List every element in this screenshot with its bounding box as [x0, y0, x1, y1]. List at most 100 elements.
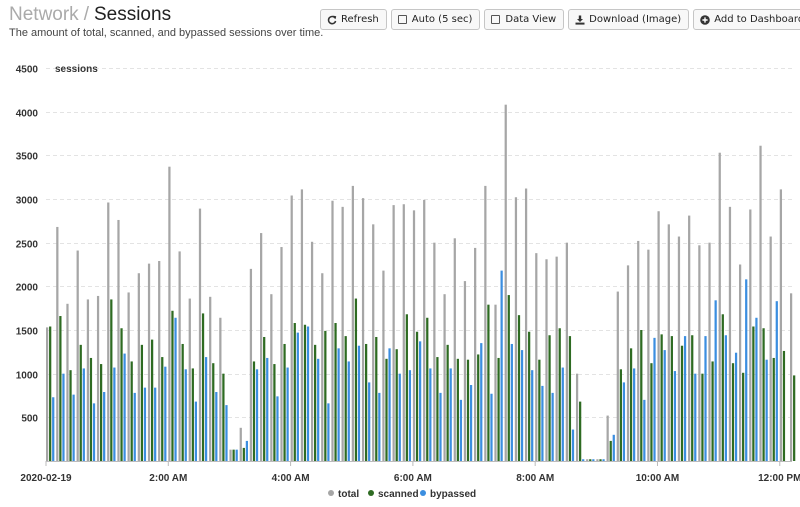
y-tick-label: 4000: [16, 109, 39, 120]
bar-scanned: [49, 326, 52, 461]
bar-scanned: [558, 328, 561, 461]
bar-total: [738, 264, 742, 461]
bar-bypassed: [62, 373, 65, 461]
bar-scanned: [232, 449, 235, 461]
x-tick-label: 8:00 AM: [516, 473, 554, 484]
bar-total: [117, 219, 120, 461]
bar-bypassed: [398, 373, 401, 461]
bar-bypassed: [215, 392, 218, 461]
bar-scanned: [314, 344, 317, 461]
bar-total: [372, 224, 375, 461]
bar-total: [647, 249, 650, 461]
bar-bypassed: [327, 403, 330, 461]
bar-scanned: [415, 331, 419, 461]
bar-bypassed: [408, 370, 412, 461]
bar-bypassed: [469, 385, 473, 461]
bar-total: [586, 459, 589, 461]
bar-total: [178, 251, 181, 461]
bar-total: [270, 294, 273, 461]
bar-total: [484, 185, 487, 461]
bar-bypassed: [113, 367, 116, 461]
legend-marker-total[interactable]: [328, 490, 334, 496]
bar-total: [107, 202, 110, 462]
y-tick-label: 4500: [16, 65, 39, 76]
bar-total: [616, 291, 619, 461]
bar-bypassed: [317, 358, 320, 461]
bar-scanned: [456, 358, 459, 461]
bar-total: [688, 215, 691, 461]
x-tick-label: 10:00 AM: [636, 473, 680, 484]
bar-bypassed: [622, 382, 626, 461]
bar-bypassed: [204, 357, 208, 461]
bar-total: [56, 226, 59, 461]
bar-scanned: [762, 328, 765, 461]
bar-bypassed: [72, 394, 75, 461]
bar-bypassed: [714, 300, 717, 461]
bar-total: [331, 200, 334, 461]
y-tick-label: 3000: [16, 196, 39, 207]
bar-bypassed: [133, 392, 136, 461]
bar-bypassed: [245, 440, 249, 461]
legend-label-scanned[interactable]: scanned: [378, 489, 419, 500]
bar-total: [514, 197, 518, 461]
bar-total: [351, 185, 354, 461]
bar-bypassed: [633, 368, 636, 461]
bar-bypassed: [337, 348, 340, 461]
bar-scanned: [772, 357, 775, 461]
bar-scanned: [293, 323, 296, 461]
bar-scanned: [110, 299, 113, 461]
bar-scanned: [721, 314, 724, 461]
legend-marker-bypassed[interactable]: [420, 490, 426, 496]
bar-bypassed: [520, 350, 524, 461]
bar-total: [596, 459, 599, 461]
bar-bypassed: [103, 392, 106, 461]
bar-scanned: [242, 447, 245, 461]
bar-scanned: [497, 357, 500, 461]
bar-scanned: [793, 375, 796, 461]
bar-total: [341, 206, 344, 461]
bar-scanned: [711, 361, 714, 461]
bar-bypassed: [154, 387, 157, 461]
bar-scanned: [589, 459, 592, 461]
bar-bypassed: [184, 369, 187, 461]
bar-total: [535, 253, 538, 461]
bar-scanned: [344, 336, 347, 461]
bar-scanned: [650, 363, 653, 461]
bar-bypassed: [683, 336, 687, 461]
bar-total: [453, 238, 456, 461]
bar-scanned: [487, 304, 490, 461]
bar-bypassed: [582, 459, 585, 461]
bar-bypassed: [266, 357, 269, 461]
bar-bypassed: [419, 341, 422, 461]
bar-scanned: [161, 357, 164, 461]
bar-total: [769, 236, 772, 461]
legend-label-total[interactable]: total: [338, 489, 359, 500]
bar-total: [494, 304, 497, 461]
bar-scanned: [303, 324, 307, 461]
bar-scanned: [517, 315, 521, 461]
sessions-chart: 500 1000 1500 2000 2500 3000 3500 4000 4500 2020…: [16, 64, 800, 500]
bar-total: [779, 189, 783, 461]
bar-total: [412, 210, 416, 461]
bar-scanned: [59, 316, 62, 461]
bar-scanned: [538, 359, 541, 461]
bar-bypassed: [541, 385, 544, 461]
bar-scanned: [752, 326, 755, 461]
bar-bypassed: [653, 337, 656, 461]
bar-scanned: [150, 339, 154, 461]
bar-bypassed: [592, 459, 595, 461]
bar-scanned: [334, 323, 337, 461]
legend-marker-scanned[interactable]: [368, 490, 374, 496]
bar-bypassed: [82, 368, 85, 461]
bar-scanned: [670, 336, 673, 461]
bar-total: [677, 236, 681, 461]
bar-total: [698, 245, 701, 461]
bar-scanned: [629, 348, 633, 461]
bar-total: [575, 373, 579, 461]
legend-label-bypassed[interactable]: bypassed: [430, 489, 476, 500]
x-tick-label: 2:00 AM: [149, 473, 187, 484]
bar-scanned: [89, 357, 93, 461]
bar-bypassed: [174, 317, 177, 461]
bar-bypassed: [143, 387, 147, 461]
bar-bypassed: [378, 392, 381, 461]
